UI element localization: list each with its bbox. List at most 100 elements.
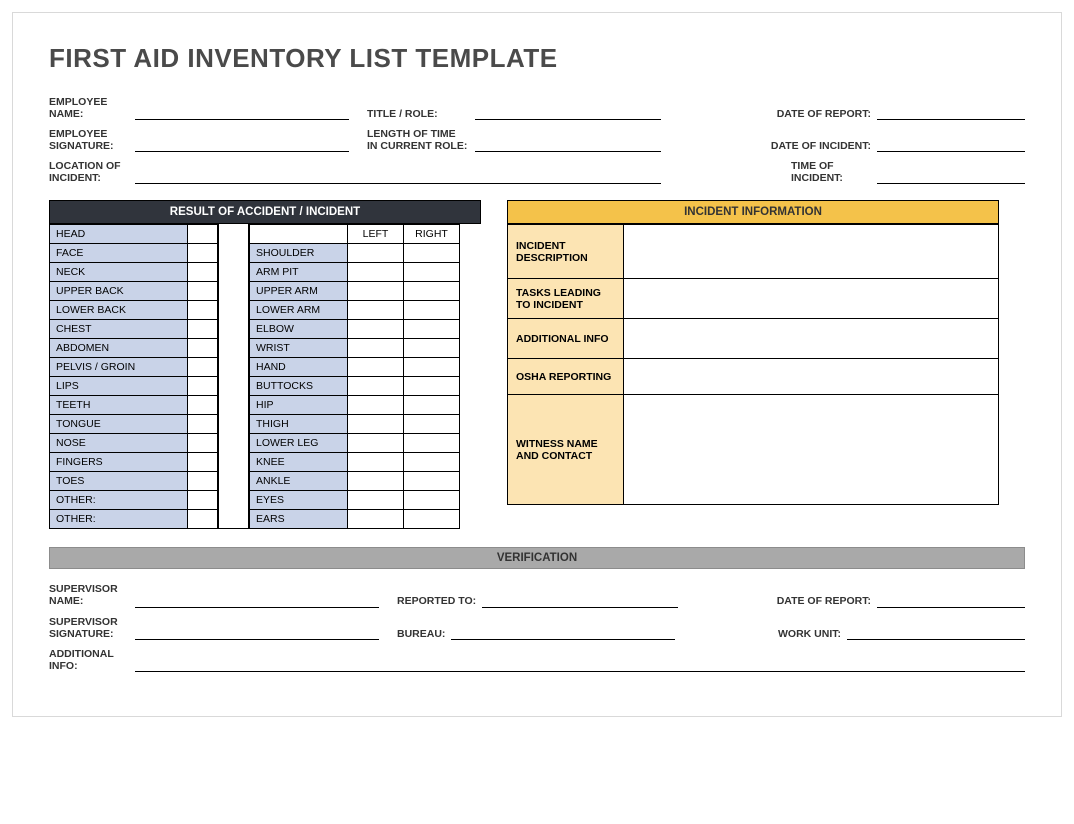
incident-block: INCIDENT INFORMATION INCIDENT DESCRIPTIO…	[507, 200, 999, 505]
right-cell[interactable]	[404, 377, 460, 396]
left-cell[interactable]	[348, 491, 404, 510]
check-cell[interactable]	[188, 396, 218, 415]
body-part-label: LIPS	[50, 377, 188, 396]
input-employee-signature[interactable]	[135, 138, 349, 152]
input-bottom-date-of-report[interactable]	[877, 594, 1025, 608]
right-cell[interactable]	[404, 301, 460, 320]
body-part-label: OTHER:	[50, 491, 188, 510]
left-cell[interactable]	[348, 301, 404, 320]
input-length-of-time[interactable]	[475, 138, 661, 152]
check-cell[interactable]	[188, 244, 218, 263]
input-additional-info[interactable]	[135, 658, 1025, 672]
body-part-label: PELVIS / GROIN	[50, 358, 188, 377]
left-cell[interactable]	[348, 415, 404, 434]
info-label: INCIDENT DESCRIPTION	[508, 225, 624, 279]
input-date-of-report[interactable]	[877, 106, 1025, 120]
body-part-label: LOWER ARM	[250, 301, 348, 320]
body-part-label: SHOULDER	[250, 244, 348, 263]
input-time-of-incident[interactable]	[877, 170, 1025, 184]
right-cell[interactable]	[404, 396, 460, 415]
right-cell[interactable]	[404, 282, 460, 301]
right-cell[interactable]	[404, 415, 460, 434]
left-cell[interactable]	[348, 320, 404, 339]
left-cell[interactable]	[348, 453, 404, 472]
right-cell[interactable]	[404, 339, 460, 358]
label-employee-name: EMPLOYEE NAME:	[49, 96, 135, 120]
input-supervisor-signature[interactable]	[135, 626, 379, 640]
input-supervisor-name[interactable]	[135, 594, 379, 608]
label-supervisor-signature: SUPERVISOR SIGNATURE:	[49, 616, 135, 640]
info-value[interactable]	[624, 279, 999, 319]
input-employee-name[interactable]	[135, 106, 349, 120]
label-bureau: BUREAU:	[397, 628, 451, 640]
left-cell[interactable]	[348, 434, 404, 453]
body-part-label: CHEST	[50, 320, 188, 339]
label-date-of-report: DATE OF REPORT:	[777, 108, 877, 120]
bottom-fields: SUPERVISOR NAME: REPORTED TO: DATE OF RE…	[49, 583, 1025, 671]
right-cell[interactable]	[404, 434, 460, 453]
check-cell[interactable]	[188, 358, 218, 377]
label-time-of-incident: TIME OF INCIDENT:	[791, 160, 877, 184]
input-bureau[interactable]	[451, 626, 675, 640]
info-label: OSHA REPORTING	[508, 359, 624, 395]
body-part-label: ANKLE	[250, 472, 348, 491]
input-location-of-incident[interactable]	[135, 170, 661, 184]
info-value[interactable]	[624, 225, 999, 279]
check-cell[interactable]	[188, 453, 218, 472]
check-cell[interactable]	[188, 510, 218, 529]
body-part-label: THIGH	[250, 415, 348, 434]
info-value[interactable]	[624, 319, 999, 359]
body-part-label: TOES	[50, 472, 188, 491]
right-cell[interactable]	[404, 453, 460, 472]
check-cell[interactable]	[188, 434, 218, 453]
right-cell[interactable]	[404, 358, 460, 377]
left-cell[interactable]	[348, 282, 404, 301]
body-part-label: UPPER BACK	[50, 282, 188, 301]
result-block: RESULT OF ACCIDENT / INCIDENT HEADFACENE…	[49, 200, 481, 529]
verification-header: VERIFICATION	[49, 547, 1025, 569]
right-cell[interactable]	[404, 491, 460, 510]
check-cell[interactable]	[188, 472, 218, 491]
left-cell[interactable]	[348, 396, 404, 415]
check-cell[interactable]	[188, 415, 218, 434]
input-reported-to[interactable]	[482, 594, 678, 608]
check-cell[interactable]	[188, 282, 218, 301]
check-cell[interactable]	[188, 377, 218, 396]
body-part-table-right: LEFTRIGHTSHOULDERARM PITUPPER ARMLOWER A…	[249, 224, 460, 529]
check-cell[interactable]	[188, 263, 218, 282]
body-part-label: ARM PIT	[250, 263, 348, 282]
page-title: FIRST AID INVENTORY LIST TEMPLATE	[49, 43, 1025, 74]
left-cell[interactable]	[348, 358, 404, 377]
body-part-label: TONGUE	[50, 415, 188, 434]
label-bottom-date-of-report: DATE OF REPORT:	[777, 595, 877, 607]
info-label: TASKS LEADING TO INCIDENT	[508, 279, 624, 319]
body-part-label: FINGERS	[50, 453, 188, 472]
check-cell[interactable]	[188, 225, 218, 244]
result-header: RESULT OF ACCIDENT / INCIDENT	[49, 200, 481, 224]
left-cell[interactable]	[348, 377, 404, 396]
right-cell[interactable]	[404, 244, 460, 263]
left-cell[interactable]	[348, 263, 404, 282]
info-value[interactable]	[624, 395, 999, 505]
left-cell[interactable]	[348, 472, 404, 491]
input-title-role[interactable]	[475, 106, 661, 120]
right-cell[interactable]	[404, 320, 460, 339]
body-part-label: KNEE	[250, 453, 348, 472]
left-cell[interactable]	[348, 339, 404, 358]
right-cell[interactable]	[404, 472, 460, 491]
input-work-unit[interactable]	[847, 626, 1025, 640]
info-value[interactable]	[624, 359, 999, 395]
left-cell[interactable]	[348, 510, 404, 529]
check-cell[interactable]	[188, 339, 218, 358]
input-date-of-incident[interactable]	[877, 138, 1025, 152]
check-cell[interactable]	[188, 320, 218, 339]
info-label: ADDITIONAL INFO	[508, 319, 624, 359]
right-cell[interactable]	[404, 263, 460, 282]
check-cell[interactable]	[188, 491, 218, 510]
label-additional-info: ADDITIONAL INFO:	[49, 648, 135, 672]
label-reported-to: REPORTED TO:	[397, 595, 482, 607]
check-cell[interactable]	[188, 301, 218, 320]
label-work-unit: WORK UNIT:	[778, 628, 847, 640]
left-cell[interactable]	[348, 244, 404, 263]
right-cell[interactable]	[404, 510, 460, 529]
